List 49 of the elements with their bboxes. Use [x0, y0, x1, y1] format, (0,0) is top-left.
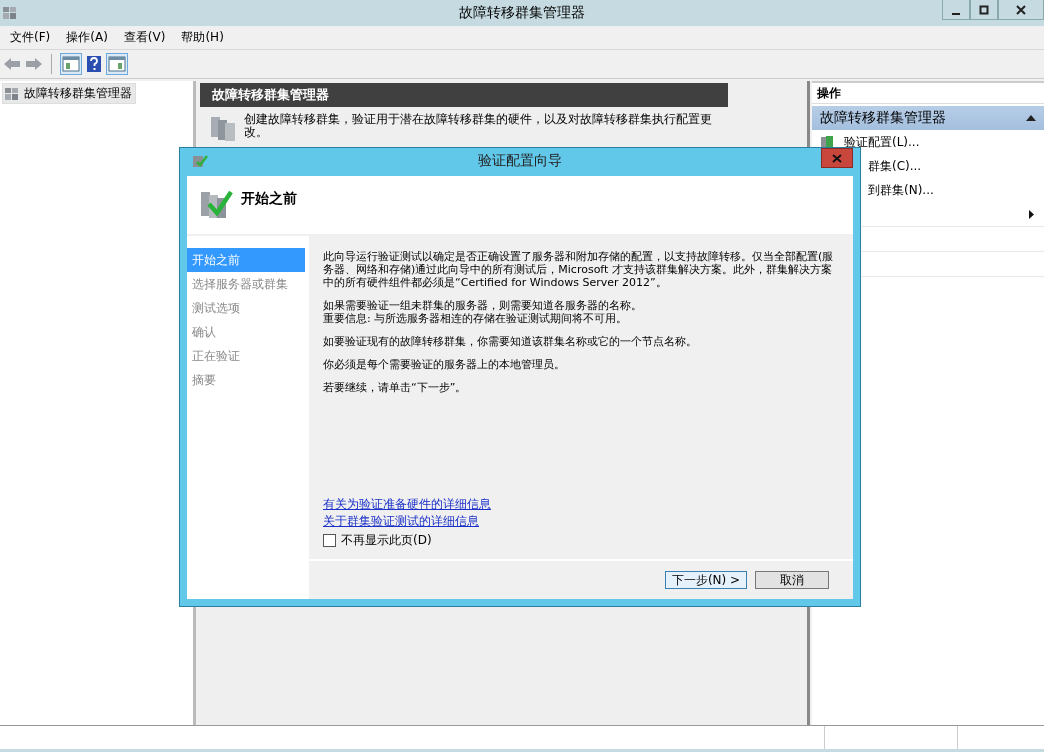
help-link[interactable]: 有关为验证准备硬件的详细信息 — [323, 497, 491, 511]
menu-item[interactable]: 帮助(H) — [173, 29, 232, 46]
minimize-button[interactable] — [942, 0, 970, 20]
wizard-step[interactable]: 测试选项 — [187, 296, 305, 320]
paragraph-text: 你必须是每个需要验证的服务器上的本地管理员。 — [323, 358, 566, 371]
pane-icon[interactable] — [60, 53, 82, 75]
dialog-title: 验证配置向导 — [478, 152, 562, 170]
actions-header: 操作 — [812, 83, 1044, 104]
window-title: 故障转移群集管理器 — [459, 4, 585, 22]
menu-item[interactable]: 查看(V) — [115, 29, 174, 46]
menu-item[interactable]: 文件(F) — [2, 29, 59, 46]
menu-item[interactable]: 操作(A) — [58, 29, 116, 46]
wizard-step[interactable]: 摘要 — [187, 368, 305, 392]
paragraph-text: 若要继续，请单击“下一步”。 — [323, 381, 468, 394]
next-button[interactable]: 下一步(N) > — [665, 571, 747, 589]
maximize-icon — [979, 4, 989, 15]
cluster-icon — [820, 135, 834, 149]
collapse-icon — [1026, 115, 1036, 121]
wizard-step[interactable]: 确认 — [187, 320, 305, 344]
paragraph-text: 如果需要验证一组未群集的服务器，则需要知道各服务器的名称。 — [323, 299, 643, 312]
close-button[interactable] — [998, 0, 1044, 20]
page-heading: 开始之前 — [241, 190, 297, 208]
panel-header: 故障转移群集管理器 — [200, 83, 728, 107]
help-icon[interactable] — [86, 55, 102, 73]
server-icon — [2, 5, 18, 21]
checkbox[interactable] — [323, 534, 336, 547]
paragraph-text: 重要信息: 与所选服务器相连的存储在验证测试期间将不可用。 — [323, 312, 629, 325]
action-link[interactable]: 到群集(N)... — [868, 181, 934, 199]
action-link[interactable]: 群集(C)... — [868, 157, 922, 175]
close-button[interactable] — [821, 148, 853, 168]
actions-section-header[interactable]: 故障转移群集管理器 — [812, 106, 1044, 130]
checkbox-label: 不再显示此页(D) — [341, 532, 432, 549]
close-icon — [832, 153, 842, 163]
wizard-step[interactable]: 选择服务器或群集 — [187, 272, 305, 296]
tree-item[interactable]: 故障转移群集管理器 — [2, 83, 136, 104]
paragraph-text: 此向导运行验证测试以确定是否正确设置了服务器和附加存储的配置，以支持故障转移。仅当全部配置(服务器、网络和存储)通过此向导中的所有测试后，Microsoft 才支持该群集解决方案。此外，群集解决方案中的所有硬件组件都必须是“Certified for Windows Server 2012”。 — [323, 250, 835, 289]
maximize-button[interactable] — [970, 0, 998, 20]
submenu-arrow-icon[interactable] — [1029, 209, 1034, 219]
paragraph-text: 如要验证现有的故障转移群集，你需要知道该群集名称或它的一个节点名称。 — [323, 335, 698, 348]
wizard-step[interactable]: 正在验证 — [187, 344, 305, 368]
pane-icon[interactable] — [106, 53, 128, 75]
server-icon — [4, 85, 20, 102]
help-link[interactable]: 关于群集验证测试的详细信息 — [323, 514, 479, 528]
minimize-icon — [952, 12, 960, 15]
action-link[interactable]: 验证配置(L)... — [844, 133, 920, 151]
cluster-check-icon — [192, 153, 208, 169]
close-icon — [1016, 4, 1026, 15]
description-text: 创建故障转移群集，验证用于潜在故障转移群集的硬件，以及对故障转移群集执行配置更改。 — [244, 113, 713, 141]
cancel-button[interactable]: 取消 — [755, 571, 829, 589]
